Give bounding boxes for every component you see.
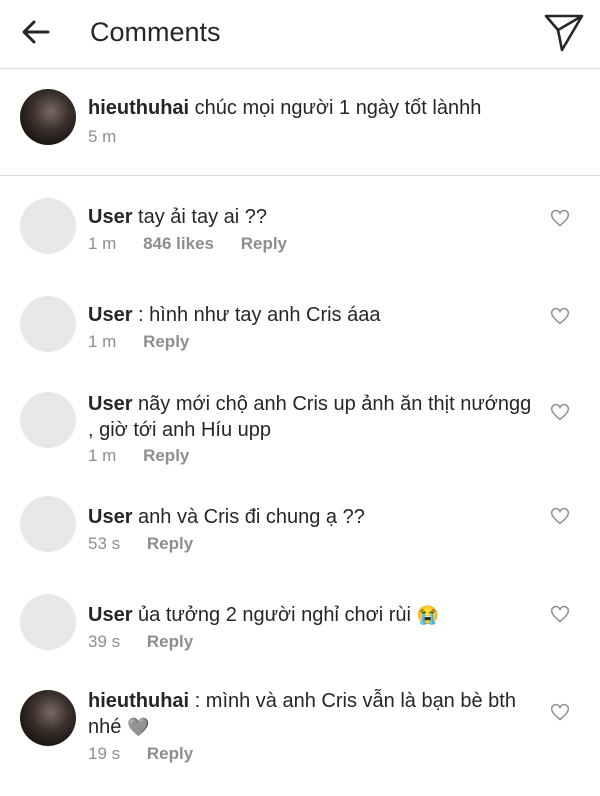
crying-emoji: 😭 — [416, 605, 439, 625]
avatar[interactable] — [20, 198, 76, 254]
caption-meta: 5 m — [88, 127, 138, 147]
timestamp: 39 s — [88, 632, 121, 651]
avatar[interactable] — [20, 594, 76, 650]
caption-text: hieuthuhai chúc mọi người 1 ngày tốt làn… — [88, 95, 538, 121]
comment-item: User ủa tưởng 2 người nghỉ chơi rùi 😭 39… — [0, 582, 600, 678]
comment-body: anh và Cris đi chung ạ ?? — [138, 506, 365, 528]
comment-body: ủa tưởng 2 người nghỉ chơi rùi — [138, 604, 411, 626]
post-caption: hieuthuhai chúc mọi người 1 ngày tốt làn… — [0, 69, 600, 176]
heart-icon[interactable] — [550, 604, 570, 624]
username[interactable]: hieuthuhai — [88, 97, 189, 119]
reply-button[interactable]: Reply — [143, 332, 189, 351]
comment-text: User tay ải tay ai ?? — [88, 204, 538, 230]
timestamp: 1 m — [88, 332, 117, 351]
send-direct-icon[interactable] — [542, 10, 586, 54]
comment-meta: 19 s Reply — [88, 744, 215, 764]
comment-body: nãy mới chộ anh Cris up ảnh ăn thịt nướn… — [88, 393, 532, 441]
avatar[interactable] — [20, 89, 76, 145]
reply-button[interactable]: Reply — [143, 446, 189, 465]
comment-meta: 1 m Reply — [88, 332, 211, 352]
like-count[interactable]: 846 likes — [143, 234, 214, 253]
comment-item: User nãy mới chộ anh Cris up ảnh ăn thịt… — [0, 372, 600, 482]
comment-meta: 1 m Reply — [88, 446, 211, 466]
timestamp: 5 m — [88, 127, 117, 146]
heart-icon[interactable] — [550, 402, 570, 422]
avatar[interactable] — [20, 496, 76, 552]
caption-body: chúc mọi người 1 ngày tốt lànhh — [194, 97, 482, 119]
comment-body: : hình như tay anh Cris áaa — [138, 304, 381, 326]
page-title: Comments — [90, 17, 221, 47]
comment-meta: 1 m 846 likes Reply — [88, 234, 309, 254]
timestamp: 19 s — [88, 744, 121, 763]
avatar[interactable] — [20, 296, 76, 352]
comment-text: hieuthuhai : mình và anh Cris vẫn là bạn… — [88, 688, 538, 740]
avatar[interactable] — [20, 690, 76, 746]
comment-text: User anh và Cris đi chung ạ ?? — [88, 504, 538, 530]
comment-item: hieuthuhai : mình và anh Cris vẫn là bạn… — [0, 680, 600, 792]
timestamp: 1 m — [88, 234, 117, 253]
heart-icon[interactable] — [550, 506, 570, 526]
heart-icon[interactable] — [550, 208, 570, 228]
heart-icon[interactable] — [550, 306, 570, 326]
comment-item: User anh và Cris đi chung ạ ?? 53 s Repl… — [0, 484, 600, 580]
comment-text: User nãy mới chộ anh Cris up ảnh ăn thịt… — [88, 391, 538, 443]
username[interactable]: hieuthuhai — [88, 690, 189, 712]
comment-item: User : hình như tay anh Cris áaa 1 m Rep… — [0, 274, 600, 370]
username[interactable]: User — [88, 206, 132, 228]
comment-meta: 53 s Reply — [88, 534, 215, 554]
comment-meta: 39 s Reply — [88, 632, 215, 652]
heart-icon[interactable] — [550, 702, 570, 722]
reply-button[interactable]: Reply — [147, 744, 193, 763]
comment-item: User tay ải tay ai ?? 1 m 846 likes Repl… — [0, 176, 600, 272]
username[interactable]: User — [88, 604, 132, 626]
username[interactable]: User — [88, 506, 132, 528]
comment-text: User ủa tưởng 2 người nghỉ chơi rùi 😭 — [88, 602, 538, 628]
comment-body: tay ải tay ai ?? — [138, 206, 268, 228]
reply-button[interactable]: Reply — [241, 234, 287, 253]
grey-heart-emoji: 🩶 — [126, 717, 150, 737]
reply-button[interactable]: Reply — [147, 632, 193, 651]
username[interactable]: User — [88, 304, 132, 326]
timestamp: 1 m — [88, 446, 117, 465]
back-arrow-icon[interactable] — [18, 14, 54, 50]
timestamp: 53 s — [88, 534, 121, 553]
comment-text: User : hình như tay anh Cris áaa — [88, 302, 538, 328]
reply-button[interactable]: Reply — [147, 534, 193, 553]
avatar[interactable] — [20, 392, 76, 448]
username[interactable]: User — [88, 393, 132, 415]
top-bar: Comments — [0, 0, 600, 69]
